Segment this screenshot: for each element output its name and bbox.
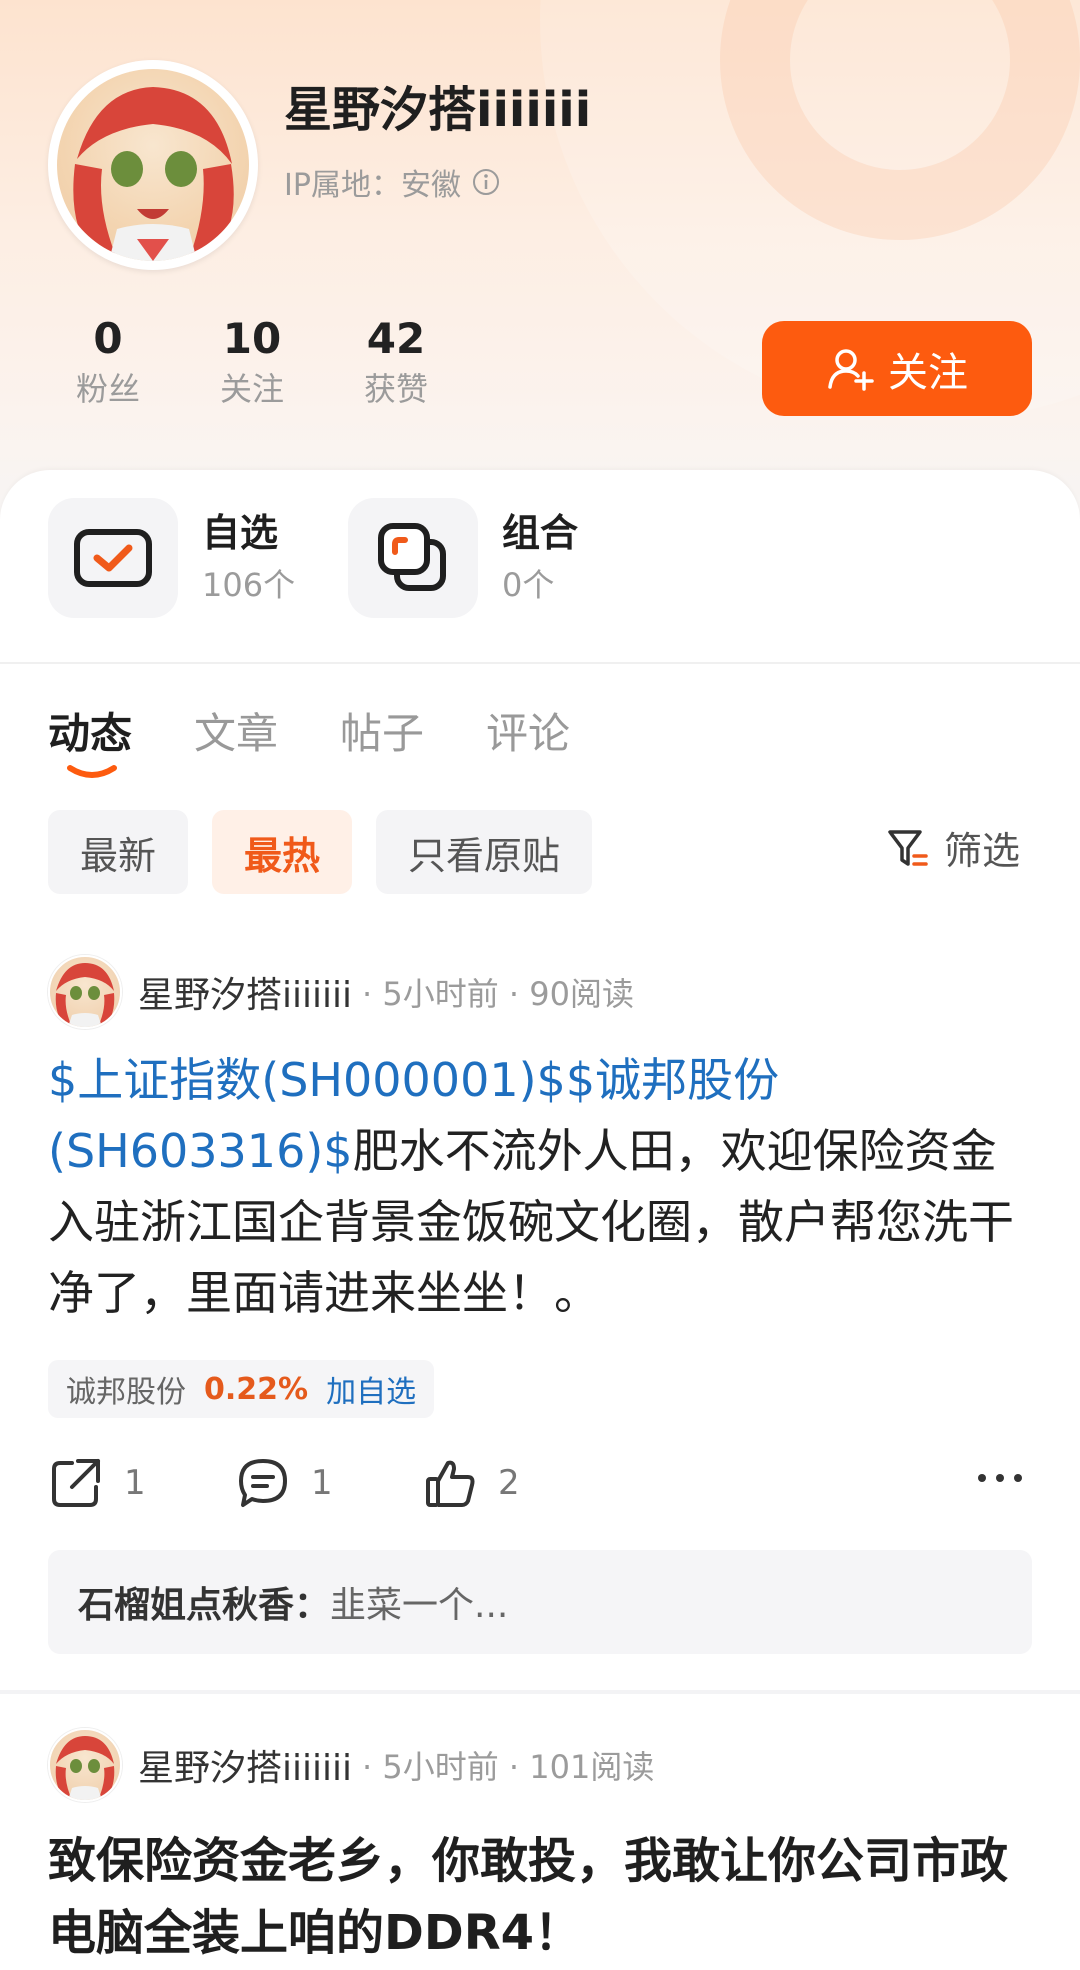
author-avatar[interactable] <box>48 955 122 1029</box>
tab-posts[interactable]: 帖子 <box>340 700 424 761</box>
quick-card-portfolio[interactable]: 组合 0个 <box>348 498 578 618</box>
stat-value: 0 <box>93 314 123 363</box>
tag-stock-name: 诚邦股份 <box>66 1375 186 1410</box>
quick-card-count: 0个 <box>502 566 555 604</box>
stock-tag[interactable]: 诚邦股份 0.22% 加自选 <box>48 1360 435 1418</box>
post-header: 星野汐搭iiiiiii · 5小时前 · 101阅读 <box>48 1728 654 1802</box>
post-title[interactable]: 致保险资金老乡，你敢投，我敢让你公司市政电脑全装上咱的DDR4！ <box>48 1825 1038 1969</box>
comment-user: 石榴姐点秋香： <box>78 1585 331 1626</box>
post-body[interactable]: $上证指数(SH000001)$$诚邦股份(SH603316)$肥水不流外人田，… <box>48 1045 1038 1329</box>
avatar-image <box>57 69 249 261</box>
add-watchlist-link[interactable]: 加自选 <box>326 1367 416 1411</box>
quick-card-watchlist[interactable]: 自选 106个 <box>48 498 295 618</box>
tag-change: 0.22% <box>204 1371 309 1407</box>
comment-preview[interactable]: 石榴姐点秋香： 韭菜一个... <box>48 1550 1032 1654</box>
chip-latest[interactable]: 最新 <box>48 810 189 894</box>
author-name[interactable]: 星野汐搭iiiiiii <box>138 966 352 1018</box>
section-divider <box>0 662 1080 664</box>
post-meta-info: · 5小时前 · 90阅读 <box>362 975 634 1013</box>
stat-following[interactable]: 10 关注 <box>180 312 324 412</box>
stat-label: 关注 <box>219 370 284 408</box>
follow-button[interactable]: 关注 <box>762 321 1032 416</box>
author-name[interactable]: 星野汐搭iiiiiii <box>138 1739 352 1791</box>
share-icon <box>52 1459 100 1507</box>
thumbs-up-icon <box>426 1460 475 1507</box>
share-count: 1 <box>124 1463 146 1503</box>
post-actions: 1 1 2 <box>48 1455 609 1511</box>
profile-stats: 0 粉丝 10 关注 42 获赞 <box>36 312 468 412</box>
quick-card-count: 106个 <box>202 566 296 604</box>
stack-icon <box>348 498 478 618</box>
active-tab-indicator <box>67 765 117 778</box>
post-header: 星野汐搭iiiiiii · 5小时前 · 90阅读 <box>48 955 634 1029</box>
profile-username: 星野汐搭iiiiiii <box>284 82 592 138</box>
stat-followers[interactable]: 0 粉丝 <box>36 312 180 412</box>
stat-likes[interactable]: 42 获赞 <box>324 312 468 412</box>
share-button[interactable]: 1 <box>48 1455 235 1511</box>
add-user-icon <box>828 348 874 391</box>
tab-label: 帖子 <box>340 709 425 758</box>
tab-articles[interactable]: 文章 <box>194 700 278 761</box>
stat-label: 获赞 <box>363 370 428 408</box>
stat-value: 42 <box>366 314 426 363</box>
author-avatar[interactable] <box>48 1728 122 1802</box>
like-button[interactable]: 2 <box>422 1455 609 1511</box>
chip-hottest[interactable]: 最热 <box>212 810 353 894</box>
content-tabs: 动态 文章 帖子 评论 <box>48 700 570 778</box>
like-count: 2 <box>498 1463 520 1503</box>
more-icon[interactable] <box>976 1470 1024 1486</box>
tab-label: 文章 <box>194 709 279 758</box>
follow-label: 关注 <box>888 349 968 396</box>
comment-icon <box>239 1459 287 1507</box>
comment-button[interactable]: 1 <box>235 1455 422 1511</box>
post-divider <box>0 1690 1080 1694</box>
filter-button[interactable]: 筛选 <box>886 820 1020 875</box>
chip-original-only[interactable]: 只看原贴 <box>376 810 593 894</box>
tab-label: 动态 <box>48 709 133 758</box>
comment-text: 韭菜一个... <box>330 1585 509 1626</box>
ip-location: IP属地：安徽 <box>284 168 461 203</box>
checkbox-icon <box>48 498 178 618</box>
sort-chips: 最新 最热 只看原贴 <box>48 810 593 894</box>
profile-avatar[interactable] <box>48 60 258 270</box>
tab-activity[interactable]: 动态 <box>48 700 133 778</box>
tab-comments[interactable]: 评论 <box>486 700 570 761</box>
info-icon[interactable] <box>471 167 501 197</box>
stat-value: 10 <box>222 314 282 363</box>
quick-card-title: 自选 <box>202 511 279 555</box>
filter-label: 筛选 <box>944 829 1021 873</box>
quick-card-title: 组合 <box>502 511 579 555</box>
tab-label: 评论 <box>486 709 571 758</box>
stat-label: 粉丝 <box>75 370 140 408</box>
ip-location-row: IP属地：安徽 <box>284 160 501 204</box>
post-meta-info: · 5小时前 · 101阅读 <box>362 1748 655 1786</box>
filter-icon <box>888 829 928 866</box>
comment-count: 1 <box>311 1463 333 1503</box>
